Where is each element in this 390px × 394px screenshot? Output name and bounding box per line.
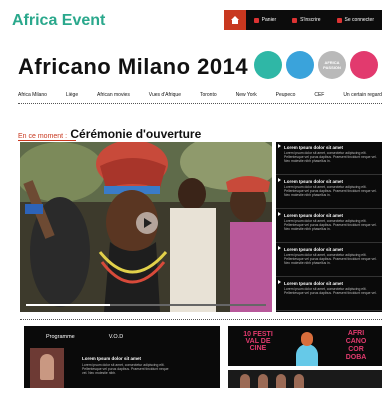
nav-item[interactable]: Africa Milano — [18, 92, 47, 98]
section-divider — [20, 319, 382, 320]
play-button[interactable] — [136, 212, 158, 234]
partner-badge-4[interactable] — [350, 51, 378, 79]
photo-figure — [258, 374, 268, 388]
cart-icon — [253, 17, 259, 23]
partner-badges: AFRICA PASSION — [254, 51, 378, 79]
nav-item[interactable]: CEF — [314, 92, 324, 98]
arrow-icon — [278, 246, 281, 250]
heading-underline — [18, 140, 76, 141]
arrow-icon — [278, 144, 281, 148]
now-playing-title: Cérémonie d'ouverture — [70, 127, 202, 141]
home-icon[interactable] — [223, 10, 246, 30]
list-item-title: Lorem Ipsum dolor sit amet — [284, 281, 344, 286]
programme-item-title: Lorem Ipsum dolor sit amet — [82, 356, 142, 361]
list-item[interactable]: Lorem Ipsum dolor sit amet Lorem ipsum d… — [276, 176, 382, 209]
festival-nav: Africa Milano Liège African movies Vues … — [18, 92, 382, 98]
tab-programme[interactable]: Programme — [46, 334, 75, 340]
cart-label: Panier — [261, 17, 277, 23]
list-item[interactable]: Lorem Ipsum dolor sit amet Lorem ipsum d… — [276, 278, 382, 311]
video-progress-fill — [26, 304, 110, 306]
nav-divider — [18, 103, 382, 104]
side-news-list: Lorem Ipsum dolor sit amet Lorem ipsum d… — [276, 142, 382, 312]
video-progress-bar[interactable] — [26, 304, 266, 306]
now-playing-prefix: En ce moment : — [18, 133, 68, 140]
nav-item[interactable]: Peupeco — [276, 92, 296, 98]
photo-figure — [276, 374, 286, 388]
top-nav: Panier S'inscrire Se connecter — [223, 10, 382, 30]
photo-strip[interactable] — [228, 370, 382, 388]
figure-body — [296, 344, 318, 366]
photo-figure — [294, 374, 304, 388]
arrow-icon — [278, 212, 281, 216]
page-title: Africano Milano 2014 — [18, 54, 249, 79]
figure-head — [301, 332, 313, 346]
top-bar: Africa Event Panier S'inscrire Se connec… — [8, 6, 382, 34]
nav-item[interactable]: Un certain regard — [343, 92, 382, 98]
festival-promo-banner[interactable]: 10 FESTI VAL DE CINE AFRI CANO COR DOBA — [228, 326, 382, 366]
page: Africa Event Panier S'inscrire Se connec… — [8, 6, 382, 388]
video-player[interactable] — [20, 142, 272, 312]
arrow-icon — [278, 178, 281, 182]
list-item-title: Lorem Ipsum dolor sit amet — [284, 247, 344, 252]
photo-figure — [240, 374, 250, 388]
thumbnail-figure — [40, 354, 54, 380]
programme-item-text: Lorem ipsum dolor sit amet, consectetur … — [82, 363, 169, 375]
nav-item[interactable]: Liège — [66, 92, 78, 98]
programme-item[interactable]: Lorem Ipsum dolor sit amet Lorem ipsum d… — [82, 356, 172, 375]
list-item-text: Lorem ipsum dolor sit amet, consectetur … — [284, 219, 377, 231]
list-item-text: Lorem ipsum dolor sit amet, consectetur … — [284, 151, 377, 163]
promo-right-text: AFRI CANO COR DOBA — [345, 330, 367, 361]
programme-tabs: Programme V.O.D — [24, 326, 220, 340]
list-item[interactable]: Lorem Ipsum dolor sit amet Lorem ipsum d… — [276, 142, 382, 175]
programme-panel: Programme V.O.D Lorem Ipsum dolor sit am… — [24, 326, 220, 388]
promo-left-text: 10 FESTI VAL DE CINE — [243, 331, 273, 352]
login-label: Se connecter — [344, 17, 374, 23]
list-item-title: Lorem Ipsum dolor sit amet — [284, 145, 344, 150]
list-item-title: Lorem Ipsum dolor sit amet — [284, 179, 344, 184]
promo-figure — [292, 332, 322, 366]
play-icon — [144, 218, 152, 228]
list-item-title: Lorem Ipsum dolor sit amet — [284, 213, 344, 218]
list-item[interactable]: Lorem Ipsum dolor sit amet Lorem ipsum d… — [276, 210, 382, 243]
arrow-icon — [278, 280, 281, 284]
now-playing-heading: En ce moment : Cérémonie d'ouverture — [18, 127, 201, 141]
partner-badge-africa-passion[interactable]: AFRICA PASSION — [318, 51, 346, 79]
nav-item[interactable]: New York — [236, 92, 257, 98]
login-link[interactable]: Se connecter — [329, 17, 382, 23]
signup-link[interactable]: S'inscrire — [284, 17, 328, 23]
nav-item[interactable]: Toronto — [200, 92, 217, 98]
site-logo[interactable]: Africa Event — [12, 12, 105, 30]
pencil-icon — [292, 17, 298, 23]
list-item-text: Lorem ipsum dolor sit amet, consectetur … — [284, 185, 377, 197]
partner-badge-2[interactable] — [286, 51, 314, 79]
cart-link[interactable]: Panier — [246, 17, 284, 23]
list-item[interactable]: Lorem Ipsum dolor sit amet Lorem ipsum d… — [276, 244, 382, 277]
nav-item[interactable]: African movies — [97, 92, 130, 98]
partner-badge-1[interactable] — [254, 51, 282, 79]
nav-item[interactable]: Vues d'Afrique — [149, 92, 181, 98]
tab-vod[interactable]: V.O.D — [109, 334, 123, 340]
list-item-text: Lorem ipsum dolor sit amet, consectetur … — [284, 287, 377, 295]
lock-icon — [336, 17, 342, 23]
programme-thumbnail[interactable] — [30, 348, 64, 388]
signup-label: S'inscrire — [300, 17, 321, 23]
list-item-text: Lorem ipsum dolor sit amet, consectetur … — [284, 253, 377, 265]
